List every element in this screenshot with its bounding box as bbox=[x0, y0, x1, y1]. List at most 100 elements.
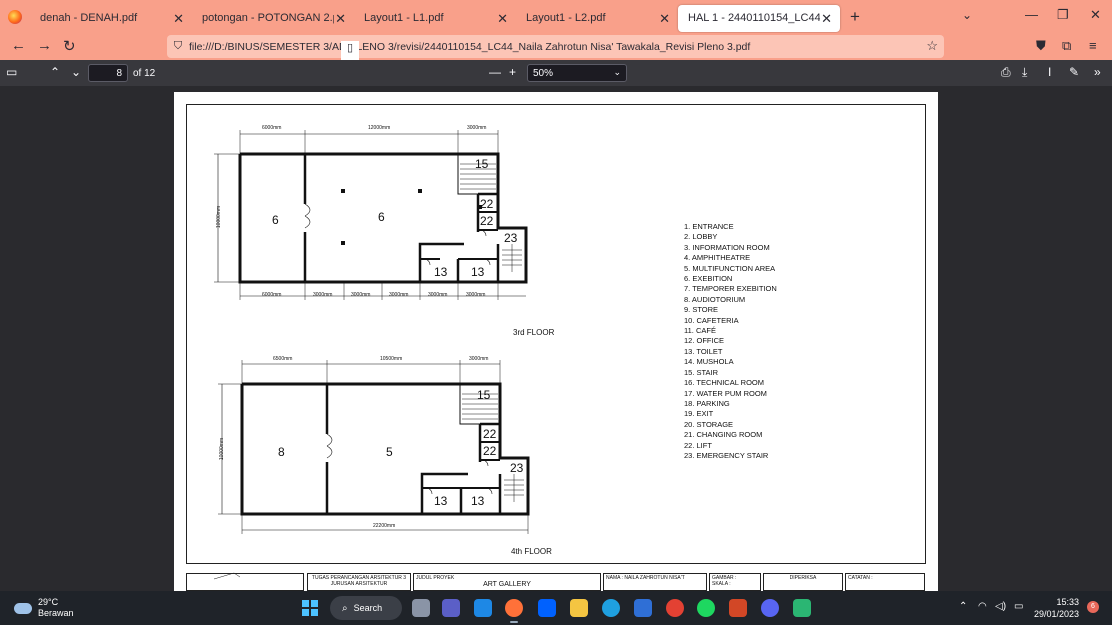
pdf-viewer[interactable]: 6000mm 12000mm 3000mm 10000mm 6000mm 300… bbox=[0, 86, 1112, 591]
room-number: 6 bbox=[378, 210, 385, 224]
url-text[interactable]: file:///D:/BINUS/SEMESTER 3/AD/PLENO 3/r… bbox=[189, 41, 889, 53]
zoom-value: 50% bbox=[533, 68, 554, 79]
room-number: 8 bbox=[278, 445, 285, 459]
dimension-label: 3000mm bbox=[469, 356, 489, 362]
minimize-icon[interactable]: — bbox=[1025, 7, 1038, 22]
tab-label: denah - DENAH.pdf bbox=[40, 12, 138, 24]
room-number: 23 bbox=[510, 461, 524, 475]
clock[interactable]: 15:33 29/01/2023 bbox=[1034, 596, 1079, 620]
legend-item: 11. CAFÉ bbox=[684, 326, 716, 336]
list-tabs-icon[interactable]: ⌄ bbox=[962, 8, 972, 22]
page-number-input[interactable]: 8 bbox=[88, 64, 128, 82]
legend-item: 12. OFFICE bbox=[684, 336, 725, 346]
forward-icon[interactable]: → bbox=[37, 37, 52, 54]
close-window-icon[interactable]: ✕ bbox=[1090, 7, 1101, 23]
dimension-label: 10000mm bbox=[216, 205, 223, 229]
legend-item: 2. LOBBY bbox=[684, 232, 718, 242]
check-cell: DIPERIKSA bbox=[763, 573, 843, 591]
dimension-label: 10500mm bbox=[380, 356, 403, 362]
room-number: 13 bbox=[434, 265, 448, 279]
task-view-icon[interactable] bbox=[412, 599, 430, 617]
sidebar-toggle-icon[interactable]: ▭ bbox=[6, 65, 17, 79]
tab-layout-l2[interactable]: Layout1 - L2.pdf ✕ bbox=[516, 5, 678, 32]
battery-icon[interactable]: ▭ bbox=[1014, 601, 1023, 612]
tab-layout-l1[interactable]: Layout1 - L1.pdf ✕ bbox=[354, 5, 516, 32]
bookmark-star-icon[interactable]: ☆ bbox=[926, 38, 938, 54]
restore-icon[interactable]: ❐ bbox=[1057, 7, 1069, 23]
draw-tool-icon[interactable]: ✎ bbox=[1069, 65, 1079, 79]
taskbar-search[interactable]: ⌕ Search bbox=[330, 596, 402, 620]
mail-icon[interactable] bbox=[474, 599, 492, 617]
next-page-icon[interactable]: ⌄ bbox=[71, 65, 81, 79]
tab-strip: denah - DENAH.pdf ✕ potongan - POTONGAN … bbox=[0, 0, 1112, 33]
firefox-taskbar-icon[interactable] bbox=[505, 599, 523, 623]
store-icon[interactable] bbox=[634, 599, 652, 617]
dimension-label: 3000mm bbox=[313, 292, 333, 298]
app-icon[interactable] bbox=[793, 599, 811, 617]
dimension-label: 3000mm bbox=[467, 125, 487, 131]
menu-icon[interactable]: ≡ bbox=[1089, 38, 1097, 53]
firefox-icon[interactable] bbox=[0, 0, 30, 33]
print-icon[interactable]: ⎙ bbox=[1001, 65, 1011, 80]
dimension-label: 6500mm bbox=[273, 356, 293, 362]
back-icon[interactable]: ← bbox=[11, 37, 26, 54]
dropbox-icon[interactable] bbox=[538, 599, 556, 617]
zoom-out-icon[interactable]: — bbox=[489, 65, 501, 79]
dimension-label: 3000mm bbox=[351, 292, 371, 298]
close-icon[interactable]: ✕ bbox=[659, 11, 670, 27]
dimension-label: 3000mm bbox=[466, 292, 486, 298]
file-explorer-icon[interactable] bbox=[570, 599, 588, 617]
teams-chat-icon[interactable] bbox=[442, 599, 460, 617]
chevron-up-icon[interactable]: ⌃ bbox=[959, 601, 967, 612]
legend-item: 9. STORE bbox=[684, 305, 719, 315]
start-button[interactable] bbox=[302, 600, 318, 616]
edge-icon[interactable] bbox=[602, 599, 620, 617]
legend-item: 16. TECHNICAL ROOM bbox=[684, 378, 765, 388]
room-number: 22 bbox=[483, 427, 497, 441]
previous-page-icon[interactable]: ⌃ bbox=[50, 65, 60, 79]
notification-badge[interactable]: 6 bbox=[1087, 601, 1099, 613]
search-label: Search bbox=[353, 603, 383, 613]
legend-item: 3. INFORMATION ROOM bbox=[684, 242, 770, 252]
volume-icon[interactable]: ◁) bbox=[995, 601, 1006, 612]
legend-item: 22. LIFT bbox=[684, 440, 712, 450]
legend-item: 6. EXEBITION bbox=[684, 274, 733, 284]
room-number: 13 bbox=[434, 494, 448, 508]
reload-icon[interactable]: ↻ bbox=[63, 37, 76, 55]
close-icon[interactable]: ✕ bbox=[173, 11, 184, 27]
floor-plans-drawing bbox=[213, 130, 530, 580]
new-tab-button[interactable]: + bbox=[840, 7, 870, 27]
room-number: 15 bbox=[477, 388, 491, 402]
close-icon[interactable]: ✕ bbox=[335, 11, 346, 27]
powerpoint-icon[interactable] bbox=[729, 599, 747, 617]
chrome-icon[interactable] bbox=[666, 599, 684, 617]
legend-item: 1. ENTRANCE bbox=[684, 222, 734, 231]
extensions-icon[interactable]: ⧉ bbox=[1062, 38, 1071, 54]
temperature: 29°C bbox=[38, 597, 59, 607]
close-icon[interactable]: ✕ bbox=[821, 11, 832, 27]
close-icon[interactable]: ✕ bbox=[497, 11, 508, 27]
zoom-select[interactable]: 50% ⌄ bbox=[527, 64, 627, 82]
pocket-icon[interactable]: ⛊ bbox=[1036, 38, 1046, 54]
tab-potongan[interactable]: potongan - POTONGAN 2.pdf ✕ bbox=[192, 5, 354, 32]
room-number: 6 bbox=[272, 213, 279, 227]
save-icon[interactable]: ⤓ bbox=[1022, 65, 1027, 80]
tab-denah[interactable]: denah - DENAH.pdf ✕ bbox=[30, 5, 192, 32]
url-bar[interactable]: ⛉ ▯ file:///D:/BINUS/SEMESTER 3/AD/PLENO… bbox=[167, 35, 944, 540]
zoom-in-icon[interactable]: + bbox=[509, 65, 516, 79]
weather-widget[interactable]: 29°C Berawan bbox=[14, 597, 74, 619]
spotify-icon[interactable] bbox=[697, 599, 715, 617]
floor3-title: 3rd FLOOR bbox=[513, 328, 555, 337]
cloud-icon bbox=[14, 602, 32, 614]
tab-hal-1[interactable]: HAL 1 - 2440110154_LC44_Naila Zahrotun ✕ bbox=[678, 4, 840, 32]
date: 29/01/2023 bbox=[1034, 609, 1080, 619]
shield-icon[interactable]: ⛉ bbox=[167, 40, 189, 53]
room-number: 22 bbox=[480, 197, 494, 211]
more-tools-icon[interactable]: » bbox=[1094, 65, 1101, 79]
discord-icon[interactable] bbox=[761, 599, 779, 617]
legend-item: 21. CHANGING ROOM bbox=[684, 430, 763, 440]
wifi-icon[interactable]: ◠ bbox=[978, 601, 987, 612]
text-tool-icon[interactable]: I bbox=[1048, 65, 1051, 79]
pdf-toolbar: ▭ ⌃ ⌄ 8 of 12 — + 50% ⌄ ⎙ ⤓ I ✎ » bbox=[0, 60, 1112, 86]
legend-item: 13. TOILET bbox=[684, 346, 723, 356]
